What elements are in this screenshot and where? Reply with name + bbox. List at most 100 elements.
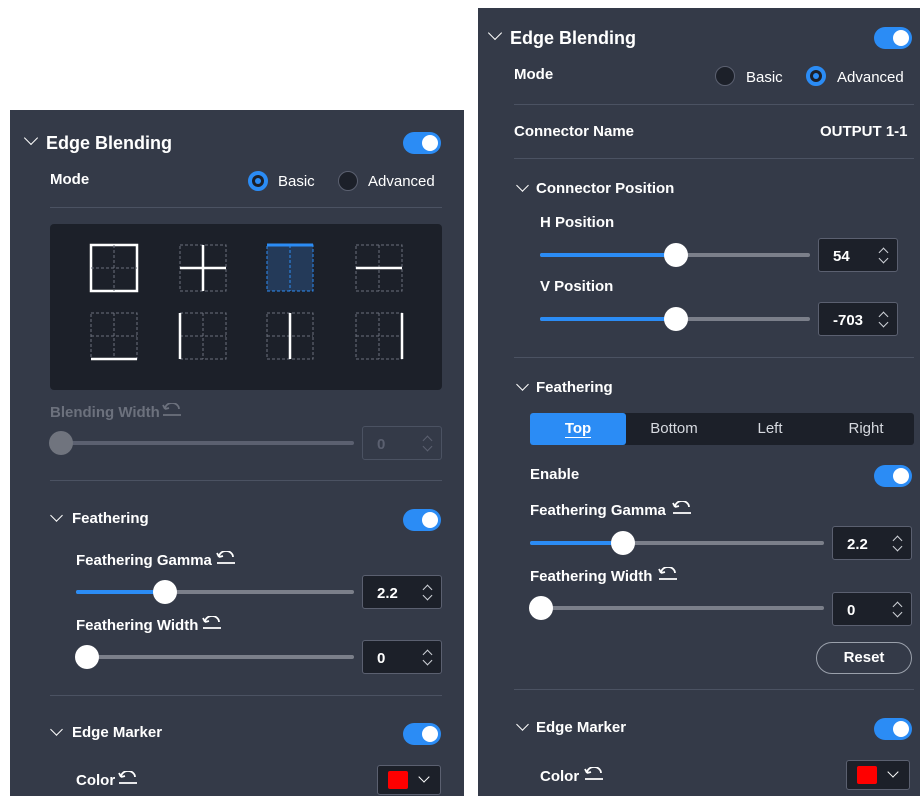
feathering-width-slider-thumb[interactable]: [75, 645, 99, 669]
color-swatch: [388, 771, 408, 789]
v-position-slider-thumb[interactable]: [664, 307, 688, 331]
reset-color-icon[interactable]: [584, 767, 604, 781]
cross-pattern-icon: [179, 244, 227, 292]
tab-right[interactable]: Right: [818, 413, 914, 445]
feathering-title: Feathering: [72, 510, 149, 527]
feathering-gamma-slider-thumb[interactable]: [611, 531, 635, 555]
chevron-down-icon: [418, 771, 430, 783]
feathering-gamma-slider-track[interactable]: [530, 541, 824, 545]
edge-marker-toggle[interactable]: [403, 723, 441, 745]
mode-basic-label: Basic: [278, 173, 315, 190]
enable-label: Enable: [530, 466, 580, 483]
tab-bottom[interactable]: Bottom: [626, 413, 722, 445]
mode-advanced-radio[interactable]: [806, 66, 826, 86]
decrement-icon[interactable]: [422, 590, 433, 601]
feathering-gamma-slider-fill: [76, 590, 159, 594]
blending-width-slider-thumb[interactable]: [49, 431, 73, 455]
horizontal-middle-pattern-icon: [355, 244, 403, 292]
divider: [514, 357, 914, 358]
feathering-width-label: Feathering Width: [76, 617, 199, 634]
v-position-input[interactable]: -703: [818, 302, 898, 336]
blending-width-input[interactable]: 0: [362, 426, 442, 460]
mode-basic-label: Basic: [746, 69, 783, 86]
reset-gamma-icon[interactable]: [672, 501, 692, 515]
color-label: Color: [540, 768, 580, 785]
blending-width-label: Blending Width: [50, 404, 160, 421]
edge-marker-chevron-icon[interactable]: [516, 718, 529, 731]
feathering-gamma-input[interactable]: 2.2: [832, 526, 912, 560]
v-position-label: V Position: [540, 278, 614, 295]
connector-position-chevron-icon[interactable]: [516, 179, 529, 192]
right-edge-pattern-icon: [355, 312, 404, 360]
tab-left[interactable]: Left: [722, 413, 818, 445]
mode-advanced-label: Advanced: [368, 173, 435, 190]
mode-advanced-label: Advanced: [837, 69, 904, 86]
edge-marker-chevron-icon[interactable]: [50, 723, 63, 736]
edge-blending-toggle[interactable]: [874, 27, 912, 49]
feathering-width-slider-thumb[interactable]: [529, 596, 553, 620]
decrement-icon[interactable]: [892, 607, 903, 618]
reset-width-icon[interactable]: [202, 616, 222, 630]
edge-blending-panel-advanced: Edge Blending Mode Basic Advanced Connec…: [478, 8, 920, 796]
feathering-width-value: 0: [377, 650, 386, 667]
mode-label: Mode: [514, 66, 554, 83]
feathering-enable-toggle[interactable]: [874, 465, 912, 487]
feathering-chevron-icon[interactable]: [516, 378, 529, 391]
v-position-value: -703: [833, 312, 864, 329]
feathering-gamma-value: 2.2: [847, 536, 868, 553]
feathering-gamma-label: Feathering Gamma: [76, 552, 212, 569]
h-position-input[interactable]: 54: [818, 238, 898, 272]
reset-width-icon[interactable]: [658, 567, 678, 581]
blend-pattern-grid: [50, 224, 442, 390]
feathering-gamma-slider-track[interactable]: [76, 590, 354, 594]
decrement-icon[interactable]: [892, 541, 903, 552]
blending-width-value: 0: [377, 436, 386, 453]
collapse-chevron-icon[interactable]: [487, 25, 503, 41]
feathering-toggle[interactable]: [403, 509, 441, 531]
edge-marker-toggle[interactable]: [874, 718, 912, 740]
reset-gamma-icon[interactable]: [216, 551, 236, 565]
collapse-chevron-icon[interactable]: [23, 130, 39, 146]
edge-marker-title: Edge Marker: [72, 724, 163, 741]
tab-top[interactable]: Top: [530, 413, 626, 445]
color-label: Color: [76, 772, 116, 789]
blend-pattern-icons[interactable]: [50, 224, 442, 390]
connector-name-value: OUTPUT 1-1: [820, 123, 908, 140]
reset-blending-width-icon[interactable]: [162, 403, 182, 417]
edge-blending-toggle[interactable]: [403, 132, 441, 154]
decrement-icon[interactable]: [878, 253, 889, 264]
h-position-slider-thumb[interactable]: [664, 243, 688, 267]
mode-label: Mode: [50, 171, 90, 188]
decrement-icon[interactable]: [422, 441, 433, 452]
divider: [50, 207, 442, 208]
section-title: Edge Blending: [510, 28, 636, 48]
feathering-gamma-label: Feathering Gamma: [530, 502, 666, 519]
connector-name-label: Connector Name: [514, 123, 635, 140]
marker-color-picker[interactable]: [846, 760, 910, 790]
mode-advanced-radio[interactable]: [338, 171, 358, 191]
feathering-gamma-slider-thumb[interactable]: [153, 580, 177, 604]
feathering-gamma-input[interactable]: 2.2: [362, 575, 442, 609]
full-frame-pattern-icon: [89, 243, 139, 293]
marker-color-picker[interactable]: [377, 765, 441, 795]
reset-button[interactable]: Reset: [816, 642, 912, 674]
feathering-width-label: Feathering Width: [530, 568, 653, 585]
chevron-down-icon: [887, 766, 899, 778]
feathering-width-value: 0: [847, 602, 856, 619]
vertical-middle-pattern-icon: [266, 312, 314, 360]
decrement-icon[interactable]: [422, 655, 433, 666]
mode-basic-radio[interactable]: [715, 66, 735, 86]
feathering-width-slider-track[interactable]: [530, 606, 824, 610]
feathering-width-input[interactable]: 0: [362, 640, 442, 674]
edge-blending-panel-basic: Edge Blending Mode Basic Advanced Blendi…: [10, 110, 464, 796]
mode-basic-radio[interactable]: [248, 171, 268, 191]
feathering-width-input[interactable]: 0: [832, 592, 912, 626]
color-swatch: [857, 766, 877, 784]
connector-position-title: Connector Position: [536, 180, 675, 197]
feathering-width-slider-track[interactable]: [76, 655, 354, 659]
decrement-icon[interactable]: [878, 317, 889, 328]
reset-color-icon[interactable]: [118, 771, 138, 785]
blending-width-slider-track[interactable]: [50, 441, 354, 445]
bottom-edge-pattern-icon: [90, 312, 138, 361]
feathering-chevron-icon[interactable]: [50, 509, 63, 522]
